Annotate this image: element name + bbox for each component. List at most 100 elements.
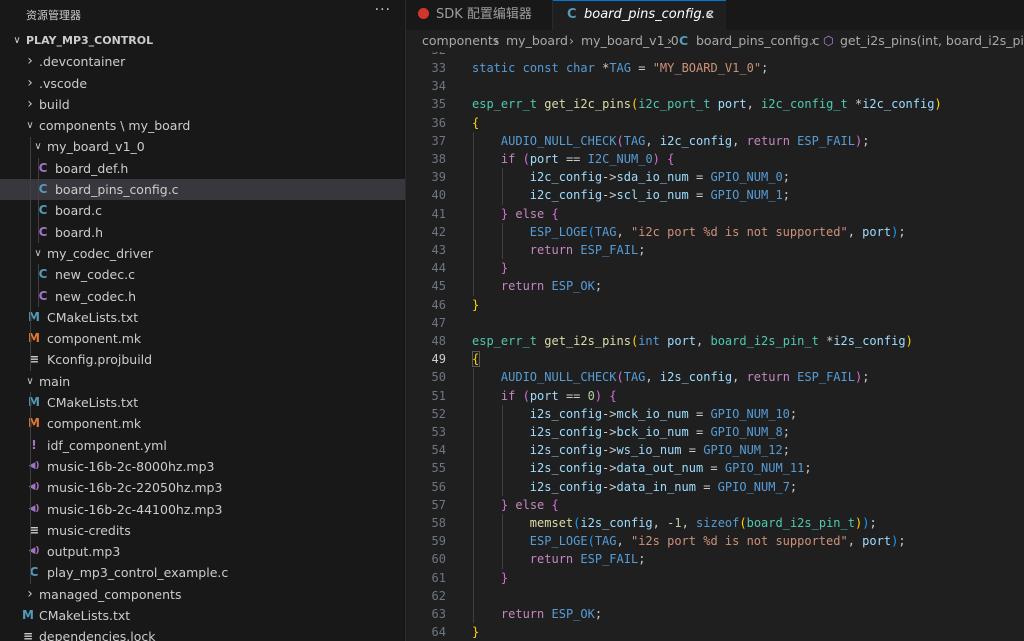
- code-text: return ESP_FAIL;: [529, 243, 646, 257]
- code-text: return ESP_OK;: [500, 607, 603, 621]
- line-number: 49: [431, 352, 446, 367]
- tree-file-dependencies-lock[interactable]: ≡ dependencies.lock: [0, 626, 405, 641]
- tree-item-label: dependencies.lock: [39, 629, 156, 641]
- breadcrumb-item-components[interactable]: components: [422, 30, 499, 52]
- tree-file-music-16b-2c-44100hz-mp3[interactable]: ◀) music-16b-2c-44100hz.mp3: [0, 499, 405, 520]
- audio-file-icon: ◀): [28, 482, 40, 493]
- tree-file-cmakelists-txt[interactable]: M CMakeLists.txt: [0, 392, 405, 413]
- chevron-right-icon[interactable]: ›: [24, 584, 36, 605]
- breadcrumb-separator: ›: [494, 33, 499, 48]
- line-number: 50: [431, 370, 446, 385]
- chevron-down-icon[interactable]: ∨: [32, 243, 44, 264]
- tree-folder-components-my-board[interactable]: ∨ components \ my_board: [0, 115, 405, 136]
- tree-file-new-codec-h[interactable]: Cnew_codec.h: [0, 286, 405, 307]
- chevron-right-icon[interactable]: ›: [24, 94, 36, 115]
- code-line: 53 i2s_config->bck_io_num = GPIO_NUM_8;: [406, 423, 1024, 441]
- tree-file-component-mk[interactable]: Mcomponent.mk: [0, 413, 405, 434]
- code-text: if (port == I2C_NUM_0) {: [500, 152, 675, 166]
- tab-board-pins-config[interactable]: C board_pins_config.c ✕: [553, 0, 726, 30]
- tree-file-music-16b-2c-8000hz-mp3[interactable]: ◀) music-16b-2c-8000hz.mp3: [0, 456, 405, 477]
- tree-file-output-mp3[interactable]: ◀) output.mp3: [0, 541, 405, 562]
- tab-label: board_pins_config.c: [584, 7, 713, 22]
- code-text: {: [472, 115, 480, 130]
- close-icon[interactable]: ✕: [705, 0, 715, 30]
- tree-folder-build[interactable]: › build: [0, 94, 405, 115]
- text-file-icon: ≡: [22, 629, 34, 641]
- tree-file-board-h[interactable]: Cboard.h: [0, 222, 405, 243]
- chevron-right-icon[interactable]: ›: [24, 73, 36, 94]
- line-number: 60: [431, 552, 446, 567]
- code-line: 41 } else {: [406, 205, 1024, 223]
- tree-file-new-codec-c[interactable]: Cnew_codec.c: [0, 264, 405, 285]
- chevron-down-icon[interactable]: ∨: [11, 30, 23, 51]
- line-number: 38: [431, 152, 446, 166]
- tree-file-music-16b-2c-22050hz-mp3[interactable]: ◀) music-16b-2c-22050hz.mp3: [0, 477, 405, 498]
- tree-item-label: components \ my_board: [39, 118, 191, 134]
- tree-item-label: main: [39, 373, 71, 389]
- tree-file-music-credits[interactable]: ≡ music-credits: [0, 520, 405, 541]
- breadcrumb-item-my-board-v1-0[interactable]: my_board_v1_0: [581, 30, 679, 52]
- line-number: 36: [431, 115, 446, 130]
- tree-file-kconfig-projbuild[interactable]: ≡ Kconfig.projbuild: [0, 349, 405, 370]
- line-number: 39: [431, 170, 446, 185]
- tree-folder-devcontainer[interactable]: › .devcontainer: [0, 51, 405, 72]
- tree-item-label: .vscode: [39, 75, 88, 91]
- tree-file-play-mp3-control-example-c[interactable]: Cplay_mp3_control_example.c: [0, 562, 405, 583]
- code-text: return ESP_FAIL;: [529, 552, 646, 567]
- indent-guide: [502, 222, 503, 260]
- code-line: 45 return ESP_OK;: [406, 277, 1024, 295]
- tree-file-board-c[interactable]: Cboard.c: [0, 200, 405, 221]
- chevron-down-icon[interactable]: ∨: [24, 371, 36, 392]
- code-line: 44 }: [406, 259, 1024, 277]
- code-text: i2s_config->data_out_num = GPIO_NUM_11;: [529, 461, 812, 476]
- tree-file-cmakelists-txt[interactable]: M CMakeLists.txt: [0, 307, 405, 328]
- code-text: i2c_config->sda_io_num = GPIO_NUM_0;: [529, 170, 790, 185]
- tree-file-cmakelists-txt[interactable]: M CMakeLists.txt: [0, 605, 405, 626]
- tree-folder-my-codec-driver[interactable]: ∨ my_codec_driver: [0, 243, 405, 264]
- line-number: 48: [431, 334, 446, 348]
- tree-folder-play-mp3-control[interactable]: ∨ PLAY_MP3_CONTROL: [0, 30, 405, 51]
- tree-folder-main[interactable]: ∨ main: [0, 371, 405, 392]
- tree-folder-vscode[interactable]: › .vscode: [0, 73, 405, 94]
- code-line: 39 i2c_config->sda_io_num = GPIO_NUM_0;: [406, 168, 1024, 186]
- code-text: esp_err_t get_i2s_pins(int port, board_i…: [472, 334, 913, 348]
- code-line: 37 AUDIO_NULL_CHECK(TAG, i2c_config, ret…: [406, 132, 1024, 150]
- code-text: memset(i2s_config, -1, sizeof(board_i2s_…: [529, 516, 877, 530]
- tree-folder-managed-components[interactable]: › managed_components: [0, 584, 405, 605]
- chevron-right-icon[interactable]: ›: [24, 51, 36, 72]
- chevron-down-icon[interactable]: ∨: [32, 136, 44, 157]
- code-line: 52 i2s_config->mck_io_num = GPIO_NUM_10;: [406, 405, 1024, 423]
- code-text: i2s_config->data_in_num = GPIO_NUM_7;: [529, 479, 798, 494]
- line-number: 47: [431, 315, 446, 330]
- tree-file-component-mk[interactable]: Mcomponent.mk: [0, 328, 405, 349]
- line-number: 55: [431, 461, 446, 476]
- line-number: 44: [431, 261, 446, 276]
- code-line: 33 static const char *TAG = "MY_BOARD_V1_…: [406, 59, 1024, 77]
- breadcrumb-item-my-board[interactable]: my_board: [506, 30, 568, 52]
- chevron-down-icon[interactable]: ∨: [24, 115, 36, 136]
- breadcrumb-item-file[interactable]: board_pins_config.c: [696, 30, 820, 52]
- audio-file-icon: ◀): [28, 460, 40, 471]
- tree-folder-my-board-v1-0[interactable]: ∨ my_board_v1_0: [0, 136, 405, 157]
- code-text: i2s_config->ws_io_num = GPIO_NUM_12;: [529, 443, 790, 458]
- tree-file-board-pins-config-c[interactable]: Cboard_pins_config.c: [0, 179, 405, 201]
- line-number: 62: [431, 588, 446, 603]
- line-number: 57: [431, 497, 446, 512]
- line-number: 52: [431, 406, 446, 421]
- tree-file-idf-component-yml[interactable]: ! idf_component.yml: [0, 435, 405, 456]
- breadcrumb-item-symbol[interactable]: get_i2s_pins(int, board_i2s_pin_t *: [840, 30, 1024, 52]
- code-text: ESP_LOGE(TAG, "i2c port %d is not suppor…: [529, 224, 906, 239]
- code-text: i2c_config->scl_io_num = GPIO_NUM_1;: [529, 188, 790, 203]
- code-editor[interactable]: 32 33 static const char *TAG = "MY_BOARD_V…: [406, 52, 1024, 641]
- more-actions-icon[interactable]: ···: [375, 2, 391, 18]
- tree-file-board-def-h[interactable]: Cboard_def.h: [0, 158, 405, 179]
- code-line: 49{: [406, 350, 1024, 368]
- tab-sdk-config[interactable]: SDK 配置编辑器: [406, 0, 553, 30]
- tree-item-label: board.c: [55, 203, 102, 219]
- indent-guide: [502, 168, 503, 205]
- code-text: esp_err_t get_i2c_pins(i2c_port_t port, …: [472, 97, 942, 112]
- tree-item-label: idf_component.yml: [47, 437, 167, 453]
- tree-item-label: board_def.h: [55, 160, 129, 176]
- line-number: 51: [431, 388, 446, 403]
- tree-item-label: new_codec.c: [55, 267, 135, 283]
